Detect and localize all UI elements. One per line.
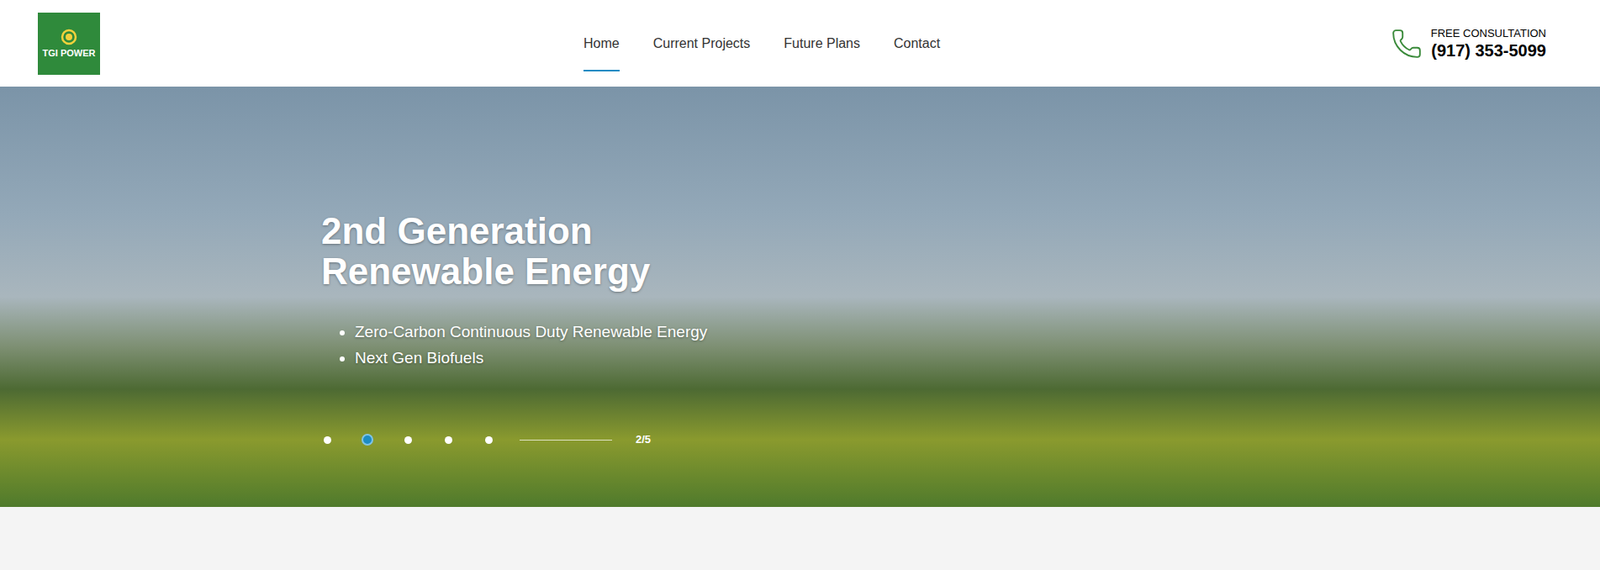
hero-title: 2nd Generation Renewable Energy xyxy=(321,211,734,292)
nav-item[interactable]: Current Projects xyxy=(653,0,751,87)
slider-dot[interactable] xyxy=(361,433,374,446)
phone-icon xyxy=(1390,27,1423,60)
hero-slider: 2nd Generation Renewable Energy Zero-Carb… xyxy=(0,86,1600,507)
consultation-label: FREE CONSULTATION xyxy=(1431,26,1547,41)
site-header: TGI POWER Home Current Projects Future Plan… xyxy=(0,0,1600,87)
slider-dot[interactable] xyxy=(482,433,495,446)
nav-item[interactable]: Future Plans xyxy=(783,0,861,87)
hero-bullets: Zero-Carbon Continuous Duty Renewable En… xyxy=(321,318,1600,371)
slider-dot[interactable] xyxy=(401,433,414,446)
active-underline xyxy=(583,69,620,72)
slider-dot[interactable] xyxy=(442,433,455,446)
logo-text: TGI POWER xyxy=(42,48,96,59)
slider-counter: 2/5 xyxy=(635,431,651,449)
slider-progress-line xyxy=(519,439,613,441)
slider-dot[interactable] xyxy=(321,433,333,446)
hero-bullet: Zero-Carbon Continuous Duty Renewable En… xyxy=(354,318,1600,345)
nav-item[interactable]: Home xyxy=(583,0,620,87)
contact-block[interactable]: FREE CONSULTATION(917) 353-5099 xyxy=(1390,26,1547,61)
page: TGI POWER Home Current Projects Future Plan… xyxy=(0,0,1600,570)
sun-icon xyxy=(60,28,78,46)
hero-bullet: Next Gen Biofuels xyxy=(354,344,1600,371)
slider-controls: 2/5 xyxy=(321,431,1600,449)
main-nav: Home Current Projects Future Plans Contact xyxy=(583,0,940,87)
phone-number: (917) 353-5099 xyxy=(1431,40,1547,61)
nav-item[interactable]: Contact xyxy=(893,0,940,87)
logo[interactable]: TGI POWER xyxy=(37,12,101,75)
